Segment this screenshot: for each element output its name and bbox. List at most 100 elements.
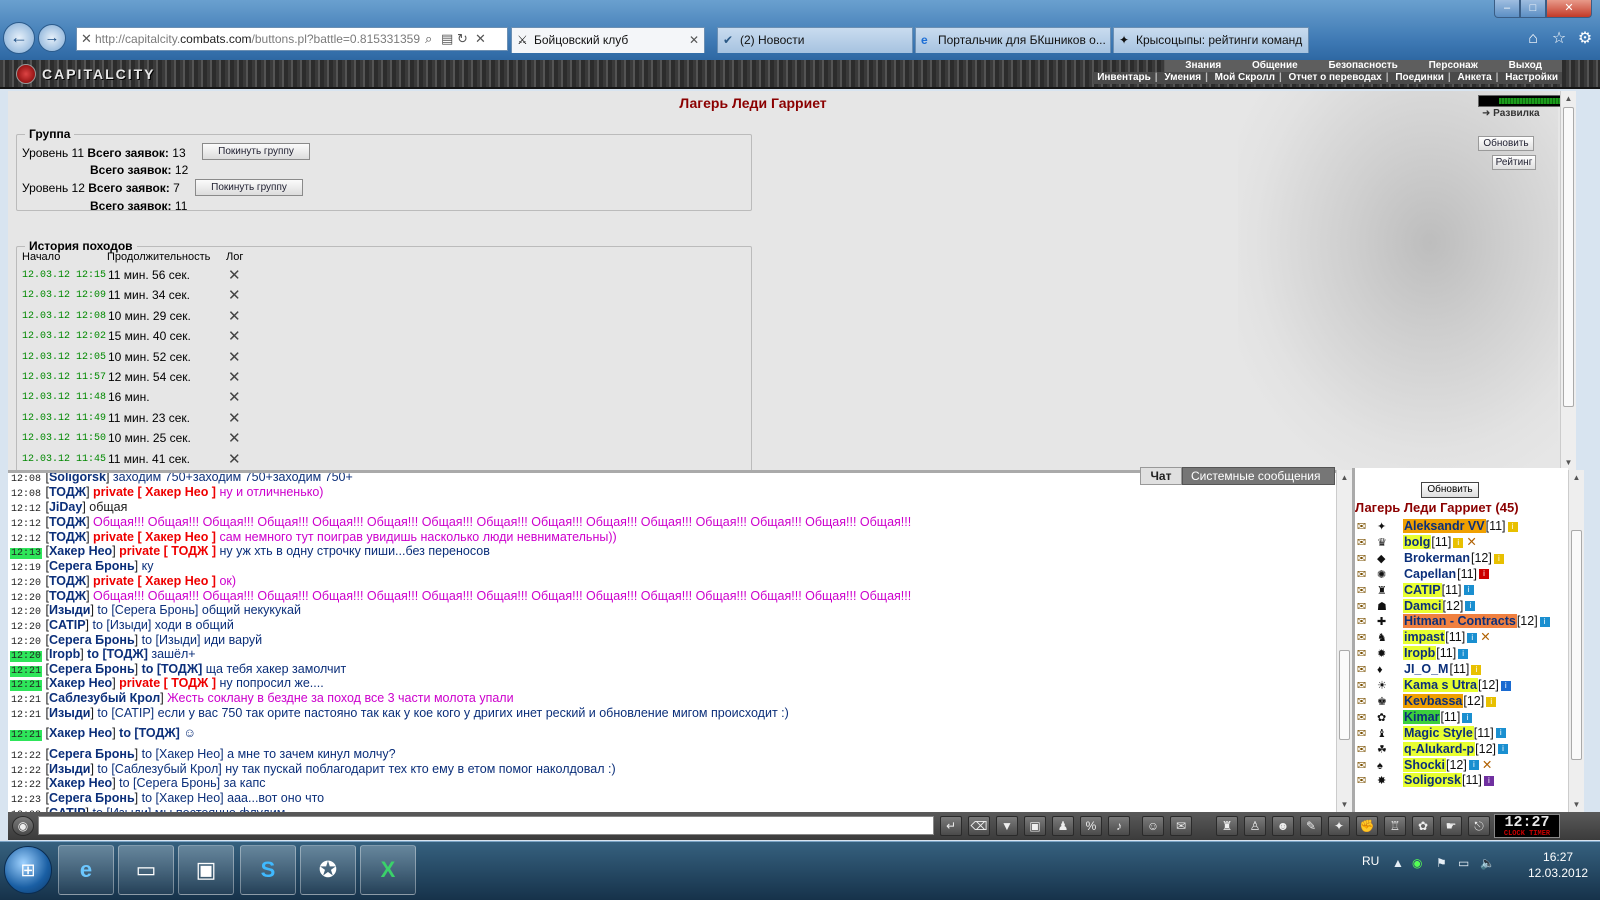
tray-arrow-icon[interactable]: ▲: [1392, 856, 1404, 870]
recipient[interactable]: to [Саблезубый Крол]: [97, 762, 221, 776]
potion-icon[interactable]: ♙: [1244, 816, 1266, 836]
info-icon[interactable]: i: [1500, 680, 1511, 691]
battle-log-icon[interactable]: ✕: [228, 307, 241, 325]
user-name[interactable]: Hitman - Contracts: [1403, 614, 1517, 629]
message-author[interactable]: CATIP: [49, 618, 86, 632]
recipient[interactable]: to [Хакер Нео]: [142, 791, 224, 805]
battle-log-icon[interactable]: ✕: [228, 266, 241, 284]
system-clock[interactable]: 16:27 12.03.2012: [1528, 849, 1588, 881]
explorer-icon[interactable]: ▭: [118, 845, 174, 895]
menu-knowledge[interactable]: Знания: [1185, 60, 1221, 72]
message-author[interactable]: Изыди: [49, 603, 91, 617]
info-icon[interactable]: i: [1468, 760, 1479, 771]
mask-icon[interactable]: ☻: [1272, 816, 1294, 836]
user-name[interactable]: q-Alukard-p: [1403, 741, 1476, 756]
user-name[interactable]: Kimar: [1403, 709, 1441, 724]
tab-portal[interactable]: e Портальчик для БКшников о...: [915, 27, 1111, 53]
private-msg-icon[interactable]: ✉: [1357, 742, 1377, 758]
main-scrollbar[interactable]: ▲ ▼: [1560, 91, 1576, 470]
user-name[interactable]: Soligorsk: [1403, 773, 1462, 788]
bag-icon[interactable]: ♜: [1216, 816, 1238, 836]
message-author[interactable]: Саблезубый Крол: [49, 691, 160, 705]
menu-character[interactable]: Персонаж: [1429, 60, 1478, 72]
user-name[interactable]: Damci: [1403, 598, 1443, 613]
private-msg-icon[interactable]: ✉: [1357, 726, 1377, 742]
message-author[interactable]: Хакер Нео: [49, 676, 112, 690]
private-msg-icon[interactable]: ✉: [1357, 519, 1377, 535]
tray-display-icon[interactable]: ▭: [1458, 856, 1469, 870]
recipient[interactable]: to [Серега Бронь]: [97, 603, 198, 617]
message-author[interactable]: Soligorsk: [49, 473, 106, 484]
message-author[interactable]: Iropb: [49, 647, 80, 661]
star-icon[interactable]: ☆: [1548, 28, 1570, 50]
start-button[interactable]: ⊞: [4, 846, 52, 894]
excel-icon[interactable]: X: [360, 845, 416, 895]
menu-profile[interactable]: Анкета: [1457, 72, 1491, 84]
menu-settings[interactable]: Настройки: [1505, 72, 1558, 84]
user-name[interactable]: Aleksandr VV: [1403, 519, 1486, 533]
user-name[interactable]: Magic Style: [1403, 725, 1474, 740]
info-icon[interactable]: i: [1467, 633, 1478, 643]
info-icon[interactable]: i: [1462, 712, 1473, 723]
ie-taskbar-icon[interactable]: e: [58, 845, 114, 895]
menu-fights[interactable]: Поединки: [1395, 72, 1444, 84]
recipient[interactable]: to [ТОДЖ]: [87, 647, 148, 661]
message-author[interactable]: Серега Бронь: [49, 747, 135, 761]
percent-icon[interactable]: %: [1080, 816, 1102, 836]
home-icon[interactable]: ⌂: [1522, 28, 1544, 50]
battle-log-icon[interactable]: ✕: [228, 348, 241, 366]
leave-group-button[interactable]: Покинуть группу: [195, 179, 303, 196]
user-name[interactable]: Kevbassa: [1403, 693, 1464, 708]
tray-flag-icon[interactable]: ⚑: [1436, 856, 1447, 870]
menu-communication[interactable]: Общение: [1252, 60, 1298, 72]
info-icon[interactable]: i: [1498, 744, 1508, 755]
private-msg-icon[interactable]: ✉: [1357, 773, 1377, 789]
recipient[interactable]: to [Изыди]: [142, 633, 201, 647]
search-icon[interactable]: ⌕: [423, 28, 435, 50]
message-author[interactable]: Серега Бронь: [49, 559, 135, 573]
user-name[interactable]: Iropb: [1403, 646, 1437, 661]
menu-security[interactable]: Безопасность: [1328, 60, 1397, 72]
back-button[interactable]: ←: [3, 22, 35, 54]
message-author[interactable]: JiDay: [49, 500, 82, 514]
private-msg-icon[interactable]: ✉: [1357, 710, 1377, 726]
menu-inventory[interactable]: Инвентарь: [1097, 72, 1151, 84]
info-icon[interactable]: i: [1486, 696, 1497, 707]
user-name[interactable]: CATIP: [1403, 582, 1442, 597]
message-author[interactable]: ТОДЖ: [49, 530, 86, 544]
gear-icon[interactable]: ⚙: [1574, 28, 1596, 50]
hand-icon[interactable]: ☛: [1440, 816, 1462, 836]
battle-log-icon[interactable]: ✕: [228, 286, 241, 304]
message-author[interactable]: Изыди: [49, 762, 91, 776]
volume-icon[interactable]: ♪: [1108, 816, 1130, 836]
private-msg-icon[interactable]: ✉: [1357, 567, 1377, 583]
armor-icon[interactable]: ♖: [1384, 816, 1406, 836]
leave-group-button[interactable]: Покинуть группу: [202, 143, 310, 160]
private-msg-icon[interactable]: ✉: [1357, 535, 1377, 551]
filter-icon[interactable]: ▼: [996, 816, 1018, 836]
smiles-icon[interactable]: ◉: [12, 816, 34, 836]
user-name[interactable]: JI_O_M: [1403, 662, 1449, 676]
users-scrollbar[interactable]: ▲ ▼: [1568, 470, 1584, 812]
tab-chat[interactable]: Чат: [1140, 467, 1182, 485]
message-author[interactable]: ТОДЖ: [49, 485, 86, 499]
info-icon[interactable]: i: [1479, 569, 1490, 580]
save-icon[interactable]: ▣: [1024, 816, 1046, 836]
info-icon[interactable]: i: [1458, 648, 1469, 659]
game-logo[interactable]: CAPITALCITY: [16, 63, 156, 85]
compat-icon[interactable]: ▤: [441, 28, 453, 50]
user-name[interactable]: bolg: [1403, 534, 1432, 549]
private-msg-icon[interactable]: ✉: [1357, 758, 1377, 774]
info-icon[interactable]: i: [1463, 585, 1474, 596]
forward-button[interactable]: →: [38, 24, 66, 52]
battle-log-icon[interactable]: ✕: [228, 409, 241, 427]
gem-icon[interactable]: ✦: [1328, 816, 1350, 836]
minimize-button[interactable]: –: [1494, 0, 1520, 18]
close-window-button[interactable]: ✕: [1546, 0, 1592, 18]
scroll-icon[interactable]: ✎: [1300, 816, 1322, 836]
refresh-button[interactable]: Обновить: [1478, 136, 1534, 151]
menu-exit[interactable]: Выход: [1509, 60, 1542, 72]
message-author[interactable]: Хакер Нео: [49, 726, 112, 740]
skype-icon[interactable]: S: [240, 845, 296, 895]
window-icon[interactable]: ▣: [178, 845, 234, 895]
